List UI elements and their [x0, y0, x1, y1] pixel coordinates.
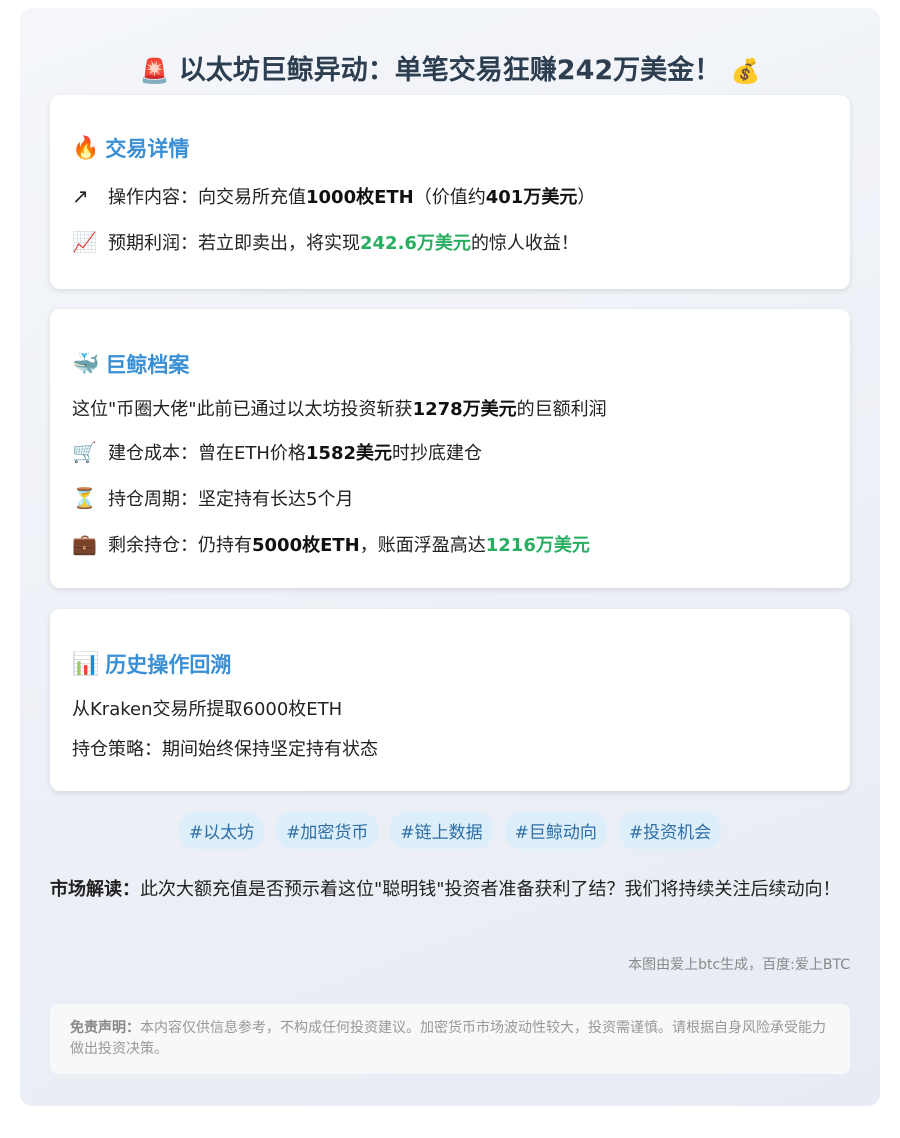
trade-details-title: 交易详情	[105, 137, 190, 161]
disclaimer: 免责声明：本内容仅供信息参考，不构成任何投资建议。加密货币市场波动性较大，投资需…	[50, 1004, 850, 1074]
profit-line: 📈 预期利润：若立即卖出，将实现 242.6万美元 的惊人收益！	[72, 229, 579, 255]
fire-icon: 🔥	[72, 135, 100, 161]
profit-suffix: 的惊人收益！	[470, 233, 579, 254]
whale-intro-suffix: 的巨额利润	[516, 399, 607, 420]
history-title: 历史操作回溯	[105, 653, 232, 677]
operation-suffix: ）	[577, 187, 596, 208]
whale-intro-value: 1278万美元	[412, 399, 517, 420]
history-heading: 📊 历史操作回溯	[72, 649, 231, 679]
tag-list: #以太坊 #加密货币 #链上数据 #巨鲸动向 #投资机会	[20, 812, 880, 849]
poster: 🚨 以太坊巨鲸异动：单笔交易狂赚242万美金！ 💰 🔥 交易详情 ↗ 操作内容：…	[20, 8, 880, 1106]
operation-prefix: 操作内容：向交易所充值	[108, 187, 306, 208]
cost-prefix: 建仓成本：曾在ETH价格	[108, 443, 306, 464]
profit-value: 242.6万美元	[360, 233, 471, 254]
remain-prefix: 剩余持仓：仍持有	[108, 535, 252, 556]
tag[interactable]: #投资机会	[618, 812, 722, 849]
history-line-2: 持仓策略：期间始终保持坚定持有状态	[72, 739, 378, 760]
briefcase-icon: 💼	[72, 532, 97, 556]
hourglass-icon: ⏳	[72, 486, 97, 510]
whale-profile-card: 🐳 巨鲸档案 这位"币圈大佬"此前已通过以太坊投资斩获 1278万美元 的巨额利润 …	[50, 309, 850, 588]
trade-details-heading: 🔥 交易详情	[72, 133, 189, 163]
cost-value: 1582美元	[305, 443, 393, 464]
tag[interactable]: #加密货币	[276, 812, 379, 849]
page-title: 🚨 以太坊巨鲸异动：单笔交易狂赚242万美金！ 💰	[20, 48, 880, 87]
profit-prefix: 预期利润：若立即卖出，将实现	[108, 233, 360, 254]
market-interpretation: 市场解读：此次大额充值是否预示着这位"聪明钱"投资者准备获利了结？我们将持续关注…	[50, 874, 850, 905]
operation-mid: （价值约	[413, 187, 486, 208]
money-bag-icon: 💰	[730, 57, 761, 85]
operation-amount: 1000枚ETH	[306, 187, 414, 208]
interpretation-label: 市场解读：	[50, 879, 140, 900]
remain-line: 💼 剩余持仓：仍持有 5000枚ETH ，账面浮盈高达 1216万美元	[72, 531, 590, 557]
whale-icon: 🐳	[72, 351, 100, 377]
operation-value: 401万美元	[485, 187, 578, 208]
siren-icon: 🚨	[139, 57, 170, 85]
remain-amount: 5000枚ETH	[252, 535, 360, 556]
tag[interactable]: #巨鲸动向	[504, 812, 607, 849]
whale-profile-heading: 🐳 巨鲸档案	[72, 349, 189, 379]
cost-suffix: 时抄底建仓	[392, 443, 483, 464]
tag[interactable]: #以太坊	[178, 812, 265, 849]
page-title-text: 以太坊巨鲸异动：单笔交易狂赚242万美金！	[178, 55, 722, 86]
remain-value: 1216万美元	[485, 535, 590, 556]
cart-icon: 🛒	[72, 440, 97, 464]
whale-profile-title: 巨鲸档案	[105, 353, 190, 377]
credit-text: 本图由爱上btc生成，百度:爱上BTC	[628, 957, 850, 973]
chart-increasing-icon: 📈	[72, 230, 97, 254]
disclaimer-text: 本内容仅供信息参考，不构成任何投资建议。加密货币市场波动性较大，投资需谨慎。请根…	[70, 1020, 826, 1057]
operation-line: ↗ 操作内容：向交易所充值 1000枚ETH （价值约 401万美元）	[72, 183, 595, 209]
disclaimer-label: 免责声明：	[70, 1020, 140, 1036]
trade-details-card: 🔥 交易详情 ↗ 操作内容：向交易所充值 1000枚ETH （价值约 401万美元） …	[50, 95, 850, 289]
period-text: 持仓周期：坚定持有长达5个月	[108, 489, 354, 510]
whale-intro-prefix: 这位"币圈大佬"此前已通过以太坊投资斩获	[72, 399, 413, 420]
tag[interactable]: #链上数据	[390, 812, 493, 849]
whale-intro-line: 这位"币圈大佬"此前已通过以太坊投资斩获 1278万美元 的巨额利润	[72, 395, 607, 421]
history-card: 📊 历史操作回溯 从Kraken交易所提取6000枚ETH 持仓策略：期间始终保…	[50, 609, 850, 791]
cost-line: 🛒 建仓成本：曾在ETH价格 1582美元 时抄底建仓	[72, 439, 482, 465]
history-line-1: 从Kraken交易所提取6000枚ETH	[72, 699, 343, 720]
period-line: ⏳ 持仓周期：坚定持有长达5个月	[72, 485, 353, 511]
bar-chart-icon: 📊	[72, 651, 100, 677]
interpretation-text: 此次大额充值是否预示着这位"聪明钱"投资者准备获利了结？我们将持续关注后续动向！	[140, 879, 841, 900]
arrow-up-right-icon: ↗	[72, 184, 89, 208]
remain-mid: ，账面浮盈高达	[359, 535, 486, 556]
